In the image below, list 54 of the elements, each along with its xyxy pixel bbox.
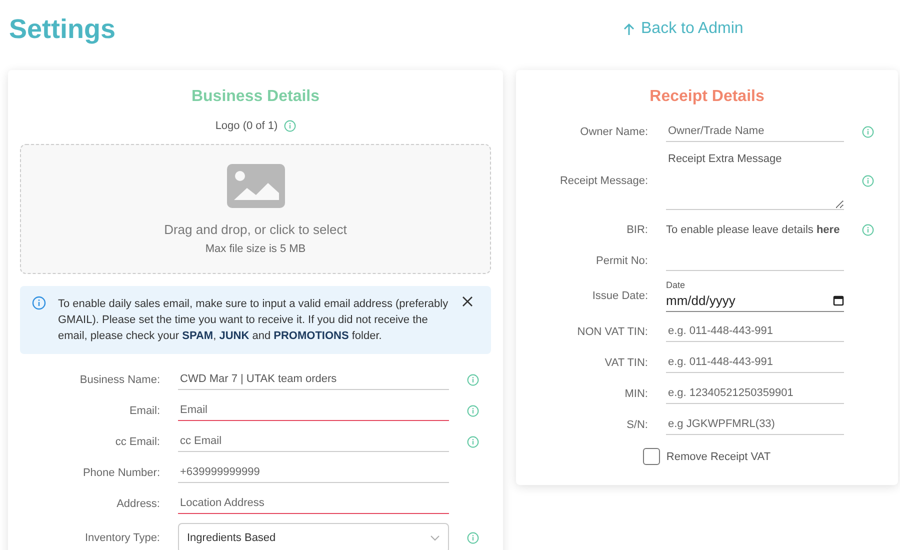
field-label: BIR: [626, 224, 648, 236]
dropzone-text: Drag and drop, or click to select [164, 222, 347, 236]
field-label: Owner Name: [579, 126, 648, 138]
info-icon[interactable] [467, 404, 479, 416]
card-title: Business Details [190, 88, 321, 106]
field-label: VAT TIN: [604, 356, 648, 368]
field-label: NON VAT TIN: [576, 326, 648, 338]
field-label: MIN: [624, 388, 648, 400]
text-field[interactable]: e.g. 011-448-443-991 [666, 321, 844, 342]
text-field[interactable]: e.g. 12340521250359901 [666, 383, 844, 404]
field-label: Permit No: [595, 254, 648, 266]
field-label: Phone Number: [82, 466, 160, 478]
info-icon[interactable] [862, 126, 874, 138]
text-field[interactable]: Owner/Trade Name [666, 121, 844, 142]
info-icon[interactable] [284, 120, 296, 132]
page-title: Settings [9, 14, 117, 44]
text-field[interactable]: Location Address [178, 493, 449, 514]
text-field[interactable]: Email [178, 400, 449, 421]
info-icon[interactable] [862, 224, 874, 236]
arrow-up-icon [623, 22, 635, 36]
date-field[interactable]: Date mm/dd/yyyy [666, 280, 844, 312]
field-label: cc Email: [114, 436, 160, 448]
field-label: S/N: [626, 418, 648, 430]
field-label: Issue Date: [591, 290, 648, 302]
info-icon [32, 296, 46, 310]
field-label: Receipt Message: [558, 174, 648, 186]
text-field[interactable]: e.g. 011-448-443-991 [666, 352, 844, 373]
chevron-down-icon [430, 535, 440, 541]
field-label: Email: [128, 404, 160, 416]
text-field[interactable]: e.g JGKWPFMRL(33) [666, 414, 844, 435]
image-icon [226, 164, 284, 208]
field-label: Address: [116, 498, 160, 510]
calendar-icon [833, 295, 844, 306]
card-title: Receipt Details [648, 88, 766, 106]
info-icon[interactable] [467, 436, 479, 448]
text-field[interactable]: cc Email [178, 431, 449, 452]
remove-vat-checkbox[interactable]: Remove Receipt VAT [528, 448, 886, 465]
message-textarea[interactable]: Receipt Extra Message [666, 151, 844, 210]
info-icon[interactable] [467, 532, 479, 544]
dropdown-value: Ingredients Based [187, 532, 276, 544]
info-icon[interactable] [467, 374, 479, 386]
text-field[interactable]: +639999999999 [178, 462, 449, 483]
info-icon[interactable] [862, 174, 874, 186]
dropdown-field[interactable]: Ingredients Based [178, 523, 449, 550]
field-label: Inventory Type: [84, 532, 160, 544]
logo-dropzone[interactable]: Drag and drop, or click to select Max file size is 5 MB [20, 144, 491, 274]
alert-message: To enable daily sales email, make sure to input a valid email address (preferably GMAIL). Please set the time you want to receive it. If you did not receive the email, please check your SPAM, JUNK and PROMOTIONS folder. [58, 297, 450, 344]
logo-label: Logo (0 of 1) [215, 120, 278, 132]
date-value: mm/dd/yyyy [666, 293, 736, 308]
field-label: Business Name: [78, 374, 160, 386]
bir-note: To enable please leave details here [666, 224, 841, 236]
text-field[interactable]: CWD Mar 7 | UTAK team orders [178, 369, 449, 390]
date-caption: Date [666, 280, 686, 290]
dropzone-hint: Max file size is 5 MB [205, 242, 306, 254]
